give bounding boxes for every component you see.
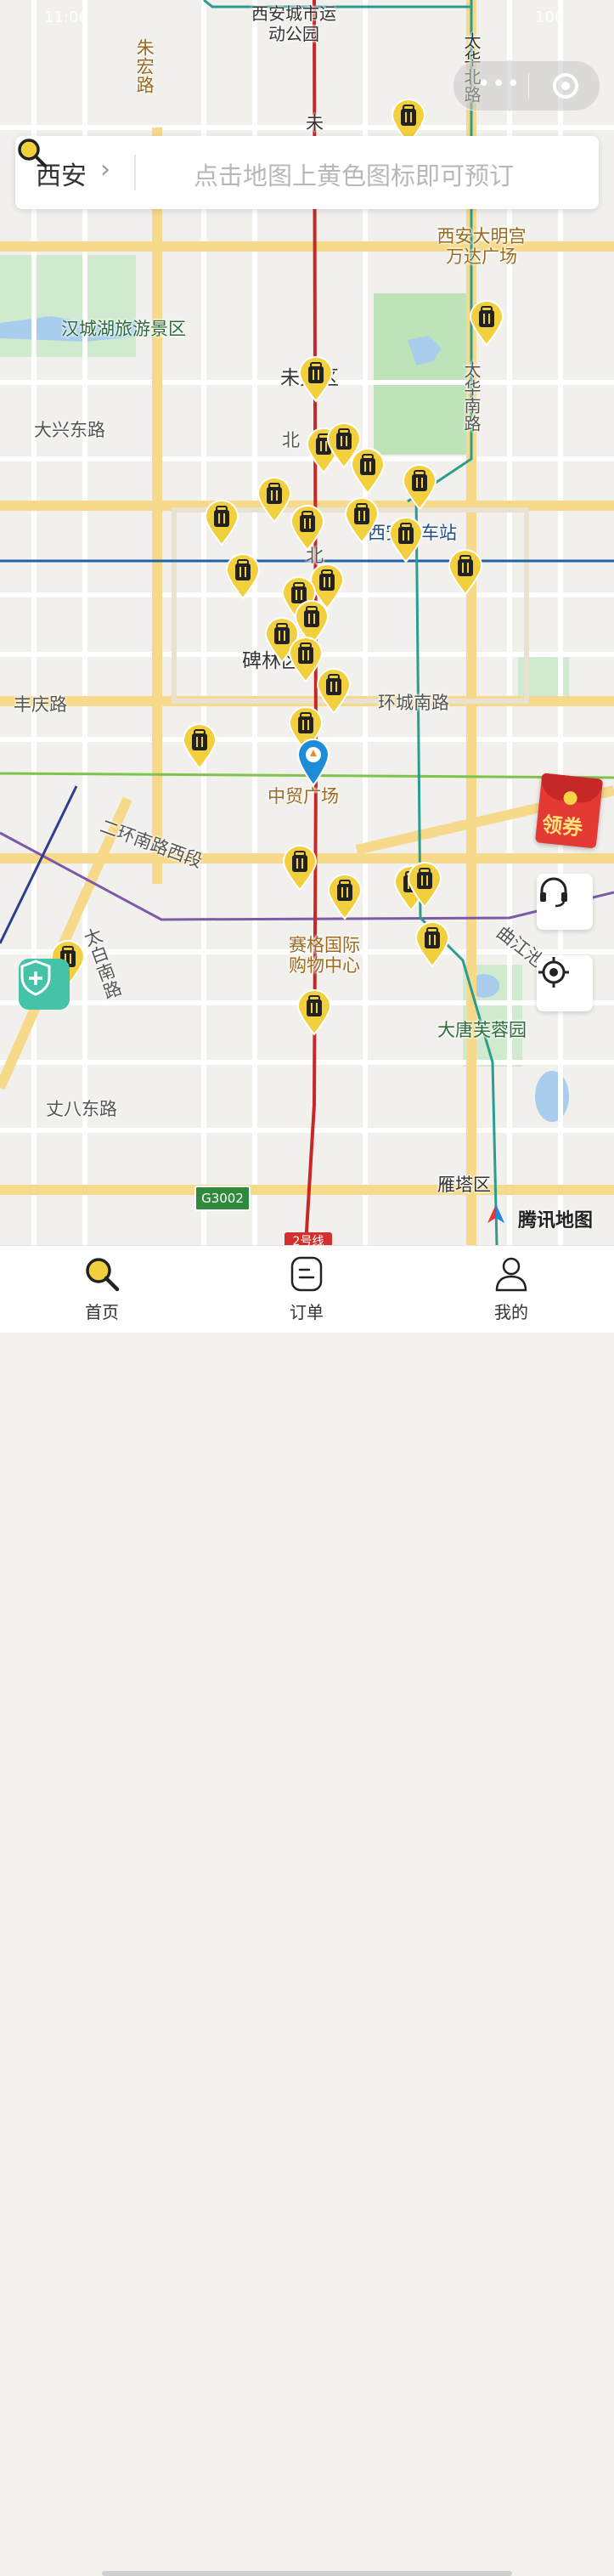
close-miniprogram-icon[interactable] bbox=[553, 73, 578, 99]
search-bar: 西安 › 点击地图上黄色图标即可预订 bbox=[15, 136, 599, 209]
map-label-yanta-district: 雁塔区 bbox=[437, 1175, 491, 1195]
storage-pin[interactable] bbox=[203, 499, 240, 546]
luggage-icon bbox=[388, 517, 424, 563]
storage-pin[interactable] bbox=[406, 861, 443, 909]
storage-pin[interactable] bbox=[401, 463, 438, 511]
park-area bbox=[0, 255, 136, 357]
map-label-saige-mall: 赛格国际购物中心 bbox=[289, 935, 360, 977]
luggage-icon bbox=[298, 356, 334, 403]
map-label-zhongmao-plaza: 中贸广场 bbox=[268, 786, 339, 807]
storage-pin[interactable] bbox=[181, 722, 218, 770]
luggage-icon bbox=[414, 921, 450, 968]
current-location-pin bbox=[296, 739, 330, 787]
home-indicator bbox=[102, 2571, 512, 2576]
tab-orders-label: 订单 bbox=[290, 1302, 324, 1322]
order-icon bbox=[290, 1256, 323, 1292]
luggage-icon bbox=[344, 497, 380, 544]
map-label-fengqing-road: 丰庆路 bbox=[14, 694, 67, 715]
highway-badge: G3002 bbox=[194, 1186, 251, 1211]
map-label-daminggong-wanda: 西安大明宫万达广场 bbox=[437, 226, 527, 268]
chevron-right-icon[interactable]: › bbox=[100, 155, 110, 184]
storage-pin[interactable] bbox=[289, 504, 326, 552]
tab-profile[interactable]: 我的 bbox=[460, 1254, 562, 1329]
map-label-hancheng-lake: 汉城湖旅游景区 bbox=[61, 319, 186, 339]
storage-pin[interactable] bbox=[468, 299, 505, 347]
storage-pin[interactable] bbox=[414, 920, 451, 968]
storage-pin[interactable] bbox=[326, 873, 363, 920]
tab-orders[interactable]: 订单 bbox=[256, 1254, 358, 1329]
storage-pin[interactable] bbox=[447, 548, 484, 596]
luggage-icon bbox=[296, 989, 332, 1036]
locate-button[interactable] bbox=[537, 955, 593, 1011]
park-area bbox=[374, 293, 469, 455]
tab-home-label: 首页 bbox=[85, 1302, 119, 1322]
safety-button[interactable] bbox=[19, 959, 70, 1010]
storage-pin[interactable] bbox=[224, 552, 262, 600]
luggage-icon bbox=[469, 300, 504, 347]
map-label-zhuhong-road: 朱宏路 bbox=[134, 38, 155, 94]
map-label-zhangba-east-road: 丈八东路 bbox=[46, 1099, 117, 1119]
metro-line-navy bbox=[0, 785, 78, 944]
search-icon bbox=[86, 1258, 120, 1292]
luggage-icon bbox=[402, 464, 437, 511]
luggage-icon bbox=[327, 874, 363, 920]
customer-service-button[interactable] bbox=[537, 874, 593, 930]
search-input[interactable]: 点击地图上黄色图标即可预订 bbox=[194, 156, 514, 192]
coupon-label: 领券 bbox=[540, 812, 584, 841]
map-label-taihua-south-road: 太华南路 bbox=[461, 361, 482, 433]
coin-icon bbox=[562, 790, 578, 806]
status-bar: 11:06 100 bbox=[0, 0, 614, 37]
more-icon[interactable]: ••• bbox=[477, 73, 521, 95]
luggage-icon bbox=[204, 500, 239, 546]
storage-pin[interactable] bbox=[296, 988, 333, 1036]
storage-pin[interactable] bbox=[387, 516, 425, 563]
headset-icon bbox=[540, 877, 567, 908]
bottom-tab-bar: 首页 订单 我的 bbox=[0, 1245, 614, 2576]
lake bbox=[535, 1071, 569, 1122]
map-label-wei: 未 bbox=[306, 113, 324, 133]
storage-pin[interactable] bbox=[297, 355, 335, 403]
map-view[interactable]: 西安城市运动公园 朱宏路 太华北路 未 西安大明宫万达广场 汉城湖旅游景区 未央… bbox=[0, 0, 614, 1245]
miniprogram-capsule: ••• bbox=[453, 60, 600, 111]
user-icon bbox=[495, 1257, 527, 1292]
luggage-icon bbox=[182, 723, 217, 770]
storage-pin[interactable] bbox=[349, 447, 386, 495]
coupon-button[interactable]: 领券 bbox=[534, 773, 604, 849]
status-battery: 100 bbox=[535, 8, 565, 26]
map-label-huancheng-south-road: 环城南路 bbox=[378, 693, 449, 713]
tab-home[interactable]: 首页 bbox=[51, 1254, 153, 1329]
storage-pin[interactable] bbox=[256, 476, 293, 524]
status-time: 11:06 bbox=[44, 8, 88, 26]
luggage-icon bbox=[350, 448, 386, 495]
metro-line-badge: 2号线 bbox=[284, 1232, 332, 1245]
luggage-icon bbox=[407, 862, 442, 909]
luggage-icon bbox=[448, 549, 483, 596]
tab-profile-label: 我的 bbox=[494, 1302, 528, 1322]
luggage-icon bbox=[256, 477, 292, 524]
crosshair-icon bbox=[538, 957, 569, 988]
map-label-datang-furong-garden: 大唐芙蓉园 bbox=[437, 1020, 527, 1040]
search-icon[interactable] bbox=[15, 136, 49, 170]
map-label-daxing-east-road: 大兴东路 bbox=[34, 420, 105, 440]
storage-pin[interactable] bbox=[343, 496, 380, 544]
luggage-icon bbox=[290, 505, 325, 552]
map-label-bei-1: 北 bbox=[282, 430, 300, 450]
luggage-icon bbox=[282, 845, 318, 892]
tencent-map-logo-icon bbox=[487, 1204, 504, 1223]
shield-plus-icon bbox=[20, 960, 51, 996]
storage-pin[interactable] bbox=[281, 844, 318, 892]
luggage-icon bbox=[225, 553, 261, 600]
